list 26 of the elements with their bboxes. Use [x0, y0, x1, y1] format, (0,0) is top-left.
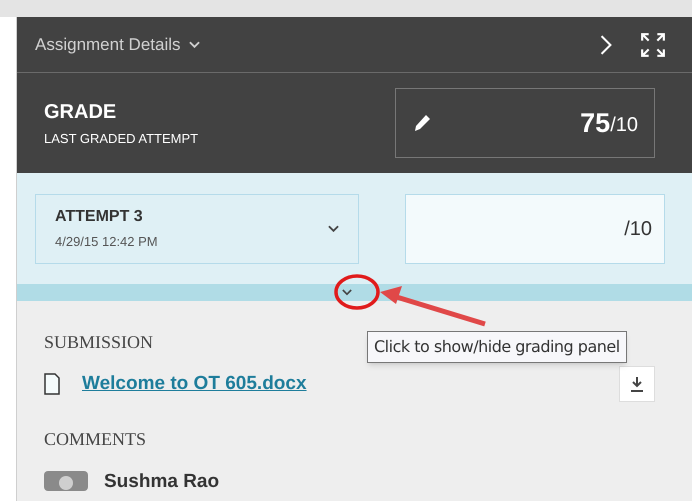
chevron-down-icon	[188, 40, 200, 48]
submission-heading: SUBMISSION	[44, 331, 154, 354]
grade-score: 75	[580, 106, 610, 140]
download-icon	[630, 376, 644, 392]
attempt-dropdown[interactable]: ATTEMPT 3 4/29/15 12:42 PM	[35, 194, 359, 264]
tooltip: Click to show/hide grading panel	[367, 331, 627, 363]
attempt-date: 4/29/15 12:42 PM	[55, 233, 159, 252]
pencil-icon	[412, 113, 432, 133]
grade-subtitle: LAST GRADED ATTEMPT	[44, 130, 200, 148]
chevron-right-icon[interactable]	[600, 34, 612, 54]
attempt-title: ATTEMPT 3	[55, 207, 144, 228]
file-link[interactable]: Welcome to OT 605.docx	[82, 370, 307, 398]
grade-out-of: /10	[610, 113, 638, 138]
grade-display[interactable]: 75/10	[395, 88, 655, 158]
expand-icon[interactable]	[640, 32, 666, 58]
grade-title: GRADE	[44, 100, 118, 126]
attempt-grade-field[interactable]: /10	[405, 194, 665, 264]
chevron-down-icon	[342, 289, 352, 296]
avatar-icon	[44, 471, 88, 491]
comments-heading: COMMENTS	[44, 428, 146, 451]
comment-author: Sushma Rao	[104, 472, 220, 490]
title-dropdown[interactable]: Assignment Details	[35, 32, 200, 58]
document-icon	[44, 373, 60, 395]
download-button[interactable]	[619, 366, 655, 402]
attempt-out-of: /10	[624, 216, 652, 242]
chevron-down-icon	[328, 224, 339, 232]
